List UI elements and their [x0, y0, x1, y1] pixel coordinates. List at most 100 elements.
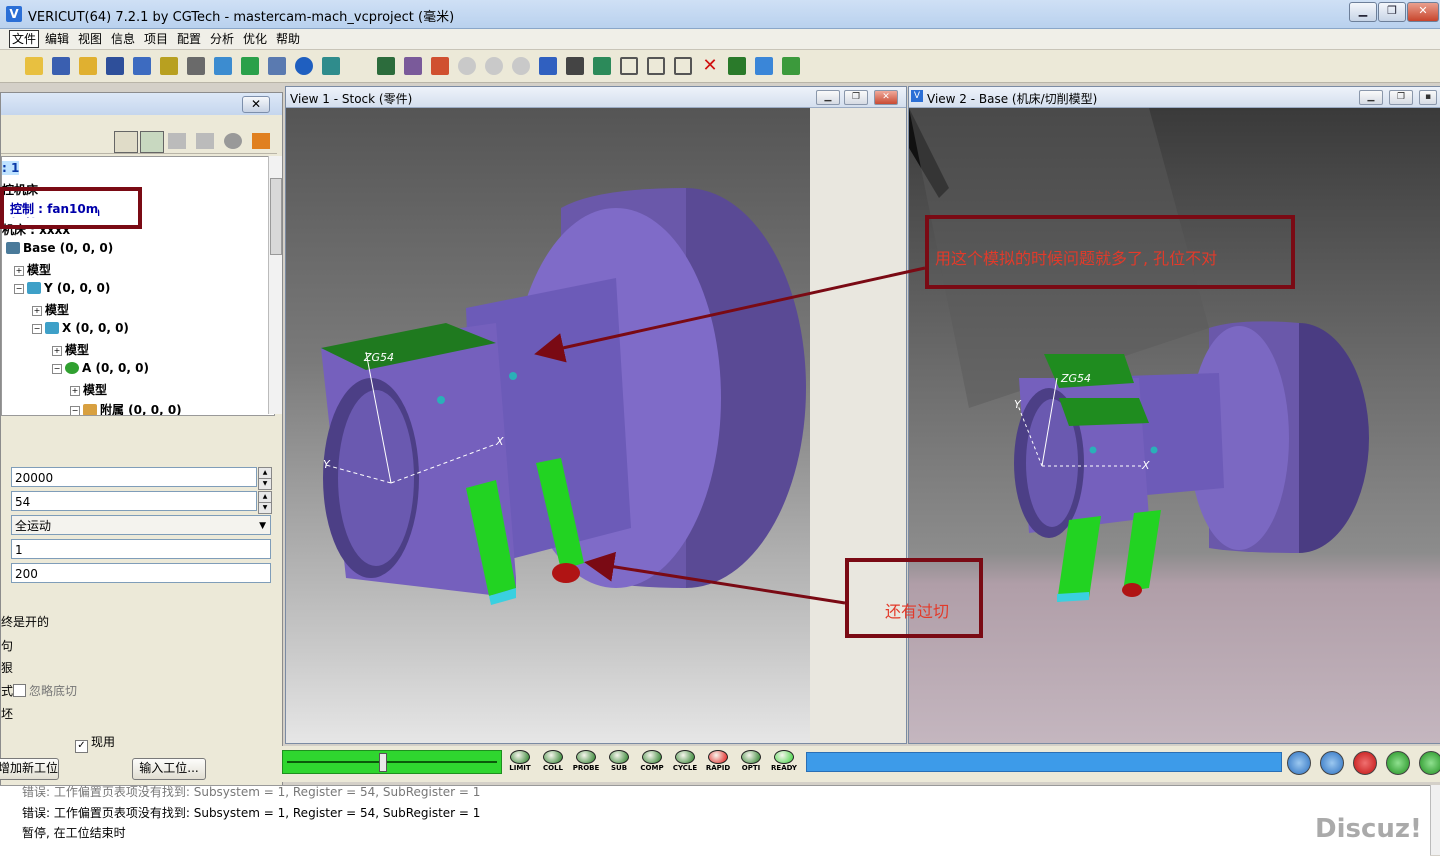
menu-help[interactable]: 帮助	[274, 31, 302, 47]
menu-analysis[interactable]: 分析	[208, 31, 236, 47]
add-model-icon[interactable]	[140, 131, 164, 153]
input-station-button[interactable]: 输入工位...	[132, 758, 206, 780]
motion-type-select[interactable]: 全运动 ▼	[11, 515, 271, 535]
layout-icon[interactable]	[782, 57, 800, 75]
tree-item-x[interactable]: − X (0, 0, 0)	[32, 321, 129, 335]
undo-icon[interactable]	[168, 133, 186, 149]
vericut-icon[interactable]	[755, 57, 773, 75]
split-vertical-icon[interactable]	[647, 57, 665, 75]
open-icon[interactable]	[25, 57, 43, 75]
view2-canvas[interactable]: ZG54 X Y	[909, 108, 1440, 743]
window-title: VERICUT(64) 7.2.1 by CGTech - mastercam-…	[28, 10, 455, 25]
redo-icon[interactable]	[196, 133, 214, 149]
view2-restore-button[interactable]: ❐	[1389, 90, 1413, 105]
maximize-button[interactable]: ❐	[1378, 2, 1406, 22]
menu-view[interactable]: 视图	[76, 31, 104, 47]
add-view-icon[interactable]	[728, 57, 746, 75]
delete-icon[interactable]: ✕	[701, 57, 719, 75]
collapse-icon[interactable]: −	[14, 284, 24, 294]
spin-down-icon[interactable]: ▼	[258, 478, 272, 490]
open-session-icon[interactable]	[79, 57, 97, 75]
menu-edit[interactable]: 编辑	[43, 31, 71, 47]
import-icon[interactable]	[160, 57, 178, 75]
save-session-icon[interactable]	[106, 57, 124, 75]
nc-program-icon[interactable]	[187, 57, 205, 75]
collapse-icon[interactable]: −	[52, 364, 62, 374]
view1-minimize-button[interactable]: ▁	[816, 90, 840, 105]
menu-optimize[interactable]: 优化	[241, 31, 269, 47]
info-icon[interactable]	[295, 57, 313, 75]
tree-item-a[interactable]: − A (0, 0, 0)	[52, 361, 149, 375]
log-scrollbar[interactable]	[1430, 785, 1440, 855]
tree-scrollbar-thumb[interactable]	[270, 178, 282, 255]
menu-file[interactable]: 文件	[9, 30, 40, 48]
tree-item-attach[interactable]: − 附属 (0, 0, 0)	[70, 401, 182, 415]
ignore-undercut-checkbox[interactable]: 忽略底切	[13, 682, 77, 699]
tree-item-a-model[interactable]: + 模型	[70, 381, 107, 398]
fit-icon[interactable]	[539, 57, 557, 75]
minimize-button[interactable]: ▁	[1349, 2, 1377, 22]
orient-icon[interactable]	[593, 57, 611, 75]
spin-down-icon[interactable]: ▼	[258, 502, 272, 514]
cube-icon[interactable]	[431, 57, 449, 75]
expand-icon[interactable]: +	[14, 266, 24, 276]
menu-project[interactable]: 项目	[142, 31, 170, 47]
zoom-icon[interactable]	[458, 57, 476, 75]
view1-canvas[interactable]: ZG54 X Y	[286, 108, 810, 743]
save-icon[interactable]	[52, 57, 70, 75]
active-checkbox[interactable]: ✓ 现用	[75, 733, 115, 753]
tree-item-x-model[interactable]: + 模型	[52, 341, 89, 358]
tree-root[interactable]: : 1	[2, 161, 20, 175]
register-field[interactable]: 54	[11, 491, 257, 511]
tool-icon[interactable]	[214, 57, 232, 75]
tree-item-base[interactable]: Base (0, 0, 0)	[6, 241, 113, 255]
message-log[interactable]: 错误: 工作偏置页表项没有找到: Subsystem = 1, Register…	[0, 785, 1430, 856]
dialog-close-button[interactable]: ✕	[242, 96, 270, 113]
verify-icon[interactable]	[241, 57, 259, 75]
machine-icon[interactable]	[133, 57, 151, 75]
animation-speed-slider[interactable]	[282, 750, 502, 774]
add-component-icon[interactable]	[114, 131, 138, 153]
zoom-in-icon[interactable]	[485, 57, 503, 75]
play-icon[interactable]	[1386, 751, 1410, 775]
shield-icon[interactable]	[377, 57, 395, 75]
menu-config[interactable]: 配置	[175, 31, 203, 47]
dropdown-arrow-icon[interactable]: ▼	[259, 516, 266, 536]
view1-close-button[interactable]: ✕	[874, 90, 898, 105]
stop-icon[interactable]	[1353, 751, 1377, 775]
model-icon[interactable]	[322, 57, 340, 75]
slider-thumb[interactable]	[379, 753, 387, 772]
exit-icon[interactable]	[252, 133, 270, 149]
checkbox-unchecked-icon[interactable]	[13, 684, 26, 697]
collapse-icon[interactable]: −	[32, 324, 42, 334]
expand-icon[interactable]: +	[70, 386, 80, 396]
color-icon[interactable]	[404, 57, 422, 75]
settings-icon[interactable]	[224, 133, 242, 149]
expand-icon[interactable]: +	[32, 306, 42, 316]
view2-close-button[interactable]: ▪	[1419, 90, 1437, 105]
tree-item-y[interactable]: − Y (0, 0, 0)	[14, 281, 110, 295]
expand-icon[interactable]: +	[52, 346, 62, 356]
view2-minimize-button[interactable]: ▁	[1359, 90, 1383, 105]
close-button[interactable]: ✕	[1407, 2, 1439, 22]
zoom-out-icon[interactable]	[512, 57, 530, 75]
rewind-icon[interactable]	[1287, 751, 1311, 775]
report-icon[interactable]	[268, 57, 286, 75]
tree-scrollbar[interactable]	[268, 156, 282, 414]
value-field-1[interactable]: 1	[11, 539, 271, 559]
split-horizontal-icon[interactable]	[674, 57, 692, 75]
step-forward-icon[interactable]	[1419, 751, 1440, 775]
menu-info[interactable]: 信息	[109, 31, 137, 47]
status-led-cycle: CYCLE	[670, 750, 700, 773]
checkbox-checked-icon[interactable]: ✓	[75, 740, 88, 753]
spindle-speed-field[interactable]: 20000	[11, 467, 257, 487]
view1-restore-button[interactable]: ❐	[844, 90, 868, 105]
eye-icon[interactable]	[566, 57, 584, 75]
step-back-icon[interactable]	[1320, 751, 1344, 775]
tree-item-y-model[interactable]: + 模型	[32, 301, 69, 318]
value-field-2[interactable]: 200	[11, 563, 271, 583]
expand-icon[interactable]: −	[70, 406, 80, 415]
add-new-station-button[interactable]: 增加新工位	[0, 758, 59, 780]
tree-item-base-model[interactable]: + 模型	[14, 261, 51, 278]
single-view-icon[interactable]	[620, 57, 638, 75]
